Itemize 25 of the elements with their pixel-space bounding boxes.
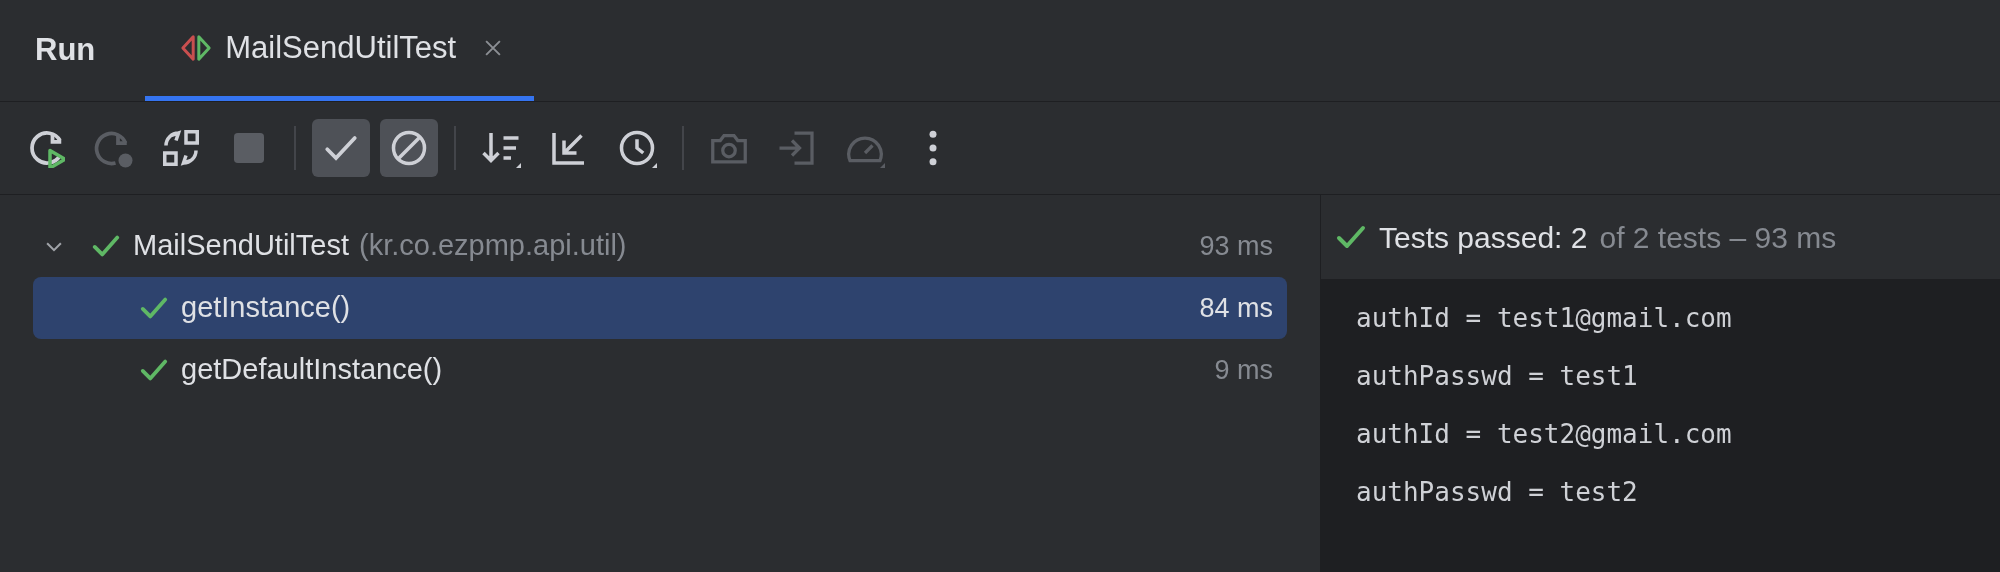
- summary-label: Tests passed: 2: [1379, 219, 1588, 256]
- more-icon: [928, 128, 938, 168]
- test-name: MailSendUtilTest: [133, 228, 349, 264]
- test-duration: 84 ms: [1199, 291, 1273, 325]
- test-name: getInstance(): [181, 290, 351, 326]
- console-line: authId = test2@gmail.com: [1356, 418, 1733, 451]
- tool-window-title: Run: [35, 31, 96, 70]
- summary-detail: of 2 tests – 93 ms: [1599, 219, 1837, 256]
- package-name: (kr.co.ezpmp.api.util): [359, 228, 627, 264]
- import-icon: [777, 128, 817, 168]
- console-line: authId = test1@gmail.com: [1356, 302, 1733, 335]
- tree-row[interactable]: getInstance() 84 ms: [33, 277, 1287, 339]
- tree-row[interactable]: MailSendUtilTest (kr.co.ezpmp.api.util) 93 ms: [33, 215, 1287, 277]
- console-line: authPasswd = test2: [1356, 476, 1639, 509]
- checkmark-button[interactable]: [312, 119, 370, 177]
- tab[interactable]: MailSendUtilTest: [145, 0, 535, 101]
- history-icon: [617, 128, 657, 168]
- ignored-icon: [389, 128, 429, 168]
- console-line: authPasswd = test1: [1356, 360, 1639, 393]
- tree-row[interactable]: getDefaultInstance() 9 ms: [33, 339, 1287, 401]
- toggle-auto-test-icon: [161, 128, 201, 168]
- test-name: getDefaultInstance(): [181, 352, 443, 388]
- ignored-button[interactable]: [380, 119, 438, 177]
- test-duration: 9 ms: [1214, 353, 1273, 387]
- test-duration: 93 ms: [1199, 229, 1273, 263]
